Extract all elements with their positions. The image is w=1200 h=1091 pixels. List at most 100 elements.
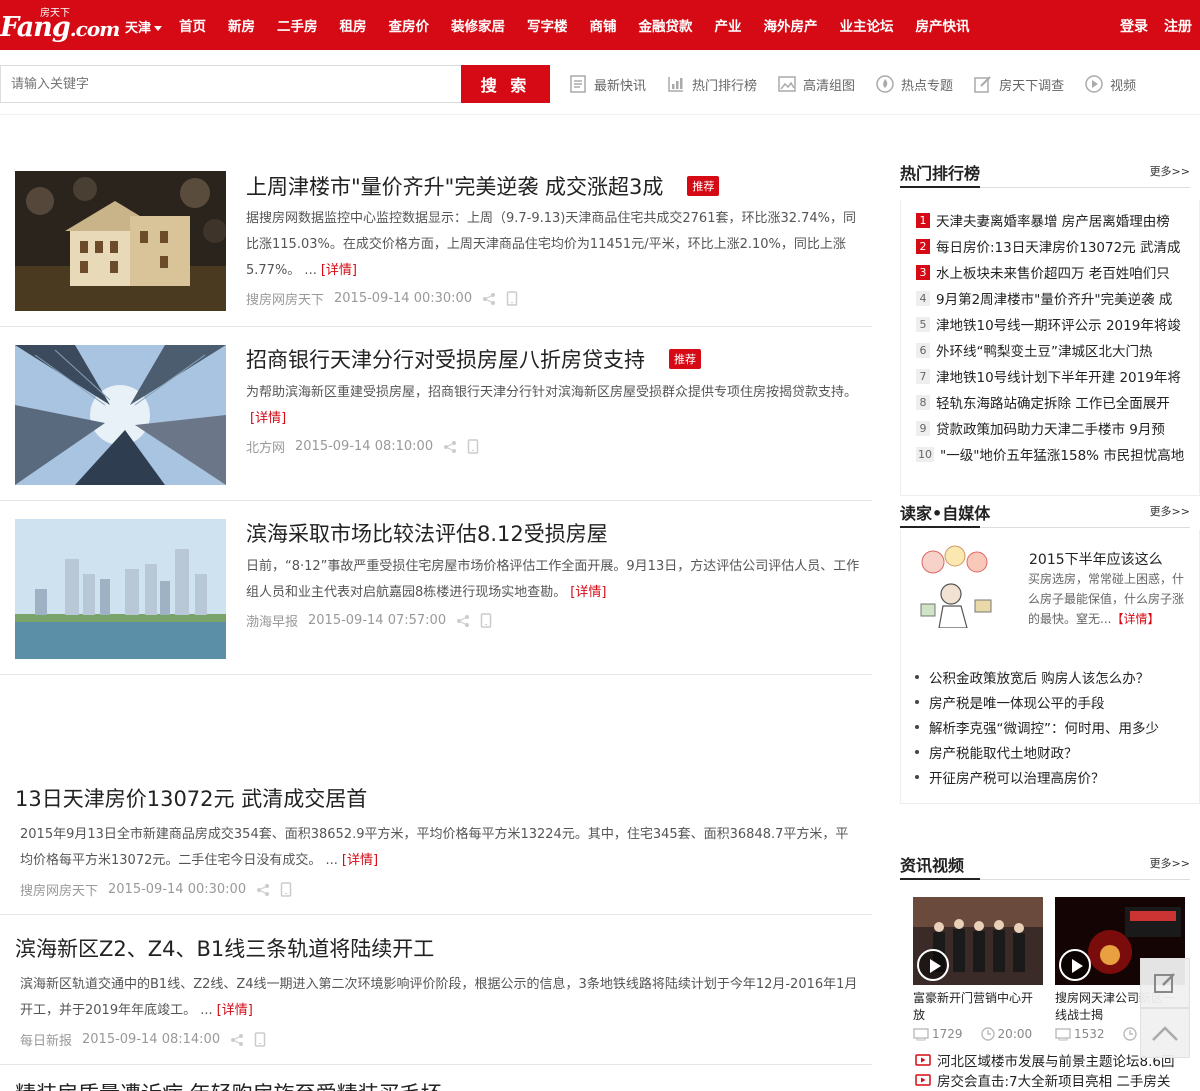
article-detail-link[interactable]: [详情] — [217, 1003, 253, 1018]
back-to-top-button[interactable] — [1140, 1008, 1190, 1058]
divider — [900, 878, 1190, 880]
play-icon[interactable] — [1059, 949, 1091, 981]
quick-link-ranking[interactable]: 热门排行榜 — [666, 65, 757, 103]
nav-forum[interactable]: 业主论坛 — [829, 0, 905, 50]
article-meta: 搜房网房天下 2015-09-14 00:30:00 — [246, 289, 518, 308]
media-list-item[interactable]: 房产税是唯一体现公平的手段 — [915, 689, 1159, 714]
share-icon[interactable] — [256, 883, 270, 897]
article-title[interactable]: 滨海新区Z2、Z4、B1线三条轨道将陆续开工 — [15, 933, 434, 963]
media-list-item[interactable]: 开征房产税可以治理高房价？ — [915, 764, 1159, 789]
video-thumbnail[interactable] — [913, 897, 1043, 985]
nav-new-homes[interactable]: 新房 — [217, 0, 266, 50]
article-source: 搜房网房天下 — [246, 293, 325, 308]
quick-link-survey[interactable]: 房天下调查 — [973, 65, 1064, 103]
video-list-text: 河北区域楼市发展与前景主题论坛8.6回 — [937, 1054, 1175, 1070]
rank-more-link[interactable]: 更多>> — [1150, 163, 1190, 179]
rank-number: 10 — [916, 446, 934, 462]
register-link[interactable]: 注册 — [1164, 0, 1192, 50]
article-detail-link[interactable]: [详情] — [250, 411, 286, 426]
rank-item[interactable]: 8 轻轨东海路站确定拆除 工作已全面展开 — [916, 392, 1186, 412]
login-link[interactable]: 登录 — [1120, 0, 1148, 50]
nav-decoration[interactable]: 装修家居 — [440, 0, 516, 50]
rank-number: 2 — [916, 238, 930, 254]
mobile-icon[interactable] — [480, 613, 492, 628]
views-icon — [1055, 1028, 1071, 1041]
article-detail-link[interactable]: [详情] — [321, 263, 357, 278]
nav-news[interactable]: 房产快讯 — [905, 0, 981, 50]
mobile-icon[interactable] — [467, 439, 479, 454]
play-icon[interactable] — [917, 949, 949, 981]
article-time: 2015-09-14 00:30:00 — [334, 291, 473, 306]
rank-number: 9 — [916, 420, 930, 436]
article-title[interactable]: 13日天津房价13072元 武清成交居首 — [15, 783, 367, 813]
nav-resale[interactable]: 二手房 — [266, 0, 329, 50]
rank-item[interactable]: 1 天津夫妻离婚率暴增 房产居离婚理由榜 — [916, 210, 1186, 230]
nav-price-check[interactable]: 查房价 — [378, 0, 441, 50]
article-detail-link[interactable]: [详情] — [570, 585, 606, 600]
media-feature-detail-link[interactable]: 【详情】 — [1111, 612, 1159, 626]
rank-item[interactable]: 7 津地铁10号线计划下半年开建 2019年将 — [916, 366, 1186, 386]
nav-finance[interactable]: 金融贷款 — [628, 0, 704, 50]
city-selector[interactable]: 天津 — [125, 17, 163, 36]
logo-text: Fang.com — [0, 12, 121, 43]
chevron-down-icon — [154, 26, 163, 31]
nav-office[interactable]: 写字楼 — [516, 0, 579, 50]
search-button[interactable]: 搜 索 — [461, 65, 550, 103]
rank-item[interactable]: 5 津地铁10号线一期环评公示 2019年将竣 — [916, 314, 1186, 334]
divider — [900, 526, 1190, 528]
article-thumbnail[interactable] — [15, 171, 226, 311]
rank-item[interactable]: 4 9月第2周津楼市"量价齐升"完美逆袭 成 — [916, 288, 1186, 308]
site-logo[interactable]: 房天下 Fang.com — [0, 4, 120, 46]
share-icon[interactable] — [230, 1033, 244, 1047]
article-meta: 搜房网房天下 2015-09-14 00:30:00 — [20, 880, 292, 899]
share-icon[interactable] — [456, 614, 470, 628]
search-input[interactable] — [0, 65, 462, 103]
video-more-link[interactable]: 更多>> — [1150, 855, 1190, 871]
feedback-button[interactable] — [1140, 958, 1190, 1008]
media-list-item[interactable]: 公积金政策放宽后 购房人该怎么办？ — [915, 664, 1159, 689]
article-title[interactable]: 精装房质量遭诉病 年轻购房族至爱精装买毛坯 — [15, 1078, 442, 1091]
video-card[interactable]: 富豪新开门营销中心开放 1729 20:00 — [913, 897, 1043, 1041]
quick-link-latest[interactable]: 最新快讯 — [568, 65, 646, 103]
share-icon[interactable] — [443, 440, 457, 454]
nav-shops[interactable]: 商铺 — [579, 0, 628, 50]
mobile-icon[interactable] — [506, 291, 518, 306]
nav-rent[interactable]: 租房 — [329, 0, 378, 50]
logo-suffix: .com — [69, 17, 121, 41]
rank-text: "一级"地价五年猛涨158% 市民担忧高地 — [940, 448, 1185, 464]
nav-overseas[interactable]: 海外房产 — [753, 0, 829, 50]
article-title[interactable]: 滨海采取市场比较法评估8.12受损房屋 — [246, 518, 608, 548]
media-feature-image[interactable] — [911, 542, 1017, 629]
quick-link-label: 热点专题 — [901, 78, 954, 94]
article-title[interactable]: 招商银行天津分行对受损房屋八折房贷支持 推荐 — [246, 344, 701, 374]
media-list-text: 房产税是唯一体现公平的手段 — [929, 695, 1105, 712]
video-list-item[interactable]: 房交会直击:7大全新项目亮相 二手房关 — [915, 1074, 1170, 1090]
media-feature-title[interactable]: 2015下半年应该这么 — [1029, 549, 1163, 569]
article-thumbnail[interactable] — [15, 519, 226, 659]
rank-item[interactable]: 6 外环线“鸭梨变土豆”津城区北大门热 — [916, 340, 1186, 360]
article-title[interactable]: 上周津楼市"量价齐升"完美逆袭 成交涨超3成 推荐 — [246, 171, 720, 201]
share-icon[interactable] — [482, 292, 496, 306]
media-more-link[interactable]: 更多>> — [1150, 503, 1190, 519]
media-list-item[interactable]: 房产税能取代土地财政？ — [915, 739, 1159, 764]
article-detail-link[interactable]: [详情] — [342, 853, 378, 868]
article-summary: 日前，“8·12”事故严重受损住宅房屋市场价格评估工作全面开展。9月13日，方达… — [246, 554, 866, 606]
mobile-icon[interactable] — [280, 882, 292, 897]
article-title-text: 滨海采取市场比较法评估8.12受损房屋 — [246, 522, 608, 546]
rank-item[interactable]: 10 "一级"地价五年猛涨158% 市民担忧高地 — [916, 444, 1186, 464]
quick-link-video[interactable]: 视频 — [1084, 65, 1136, 103]
article-thumbnail[interactable] — [15, 345, 226, 485]
media-list-item[interactable]: 解析李克强“微调控”：何时用、用多少 — [915, 714, 1159, 739]
quick-link-topics[interactable]: 热点专题 — [875, 65, 953, 103]
rank-item[interactable]: 9 贷款政策加码助力天津二手楼市 9月预 — [916, 418, 1186, 438]
nav-industry[interactable]: 产业 — [704, 0, 753, 50]
quick-link-gallery[interactable]: 高清组图 — [777, 65, 855, 103]
quick-link-label: 最新快讯 — [594, 78, 647, 94]
rank-text: 贷款政策加码助力天津二手楼市 9月预 — [936, 422, 1165, 438]
mobile-icon[interactable] — [254, 1032, 266, 1047]
bullet — [915, 674, 919, 679]
rank-item[interactable]: 2 每日房价:13日天津房价13072元 武清成 — [916, 236, 1186, 256]
video-list-item[interactable]: 河北区域楼市发展与前景主题论坛8.6回 — [915, 1054, 1174, 1070]
rank-item[interactable]: 3 水上板块未来售价超四万 老百姓咱们只 — [916, 262, 1186, 282]
nav-home[interactable]: 首页 — [168, 0, 217, 50]
